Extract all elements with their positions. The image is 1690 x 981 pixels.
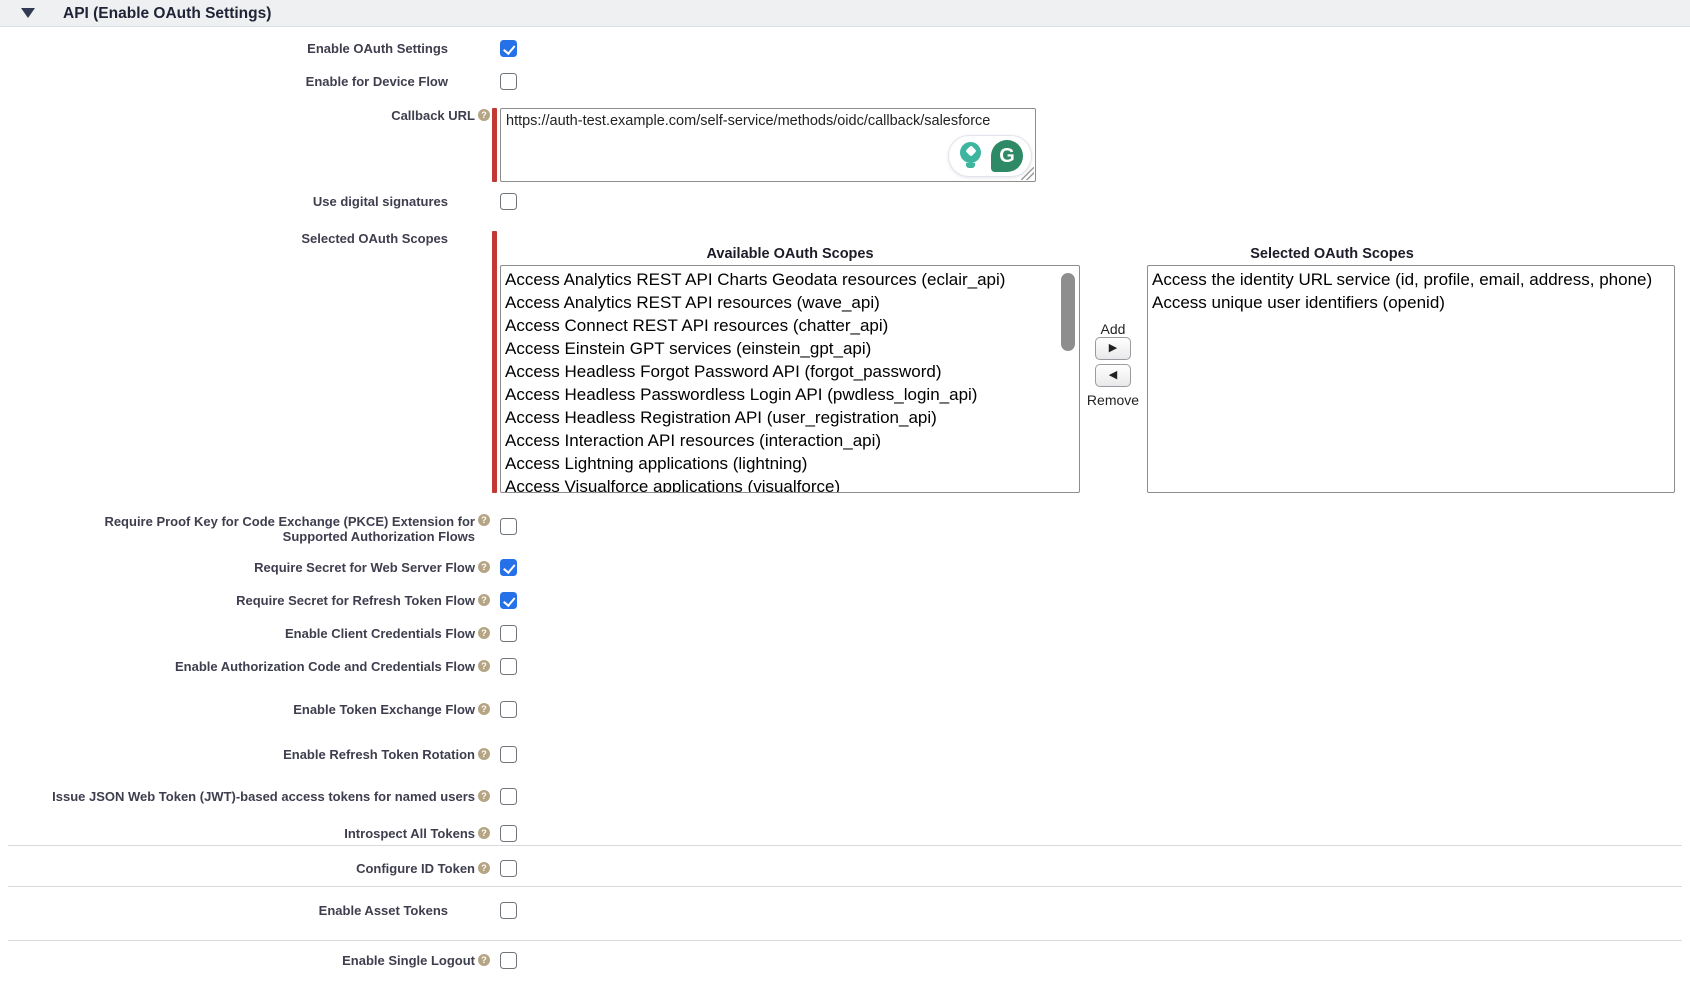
callback-url-value: https://auth-test.example.com/self-servi… [506,112,1030,130]
introspect-all-tokens-label: Introspect All Tokens [344,825,475,842]
enable-client-credentials-row: Enable Client Credentials Flow ? [0,625,1690,642]
enable-single-logout-row: Enable Single Logout ? [0,952,1690,969]
scope-option[interactable]: Access Analytics REST API resources (wav… [501,291,1079,314]
grammarly-suggestion-icon[interactable] [957,142,985,170]
scope-option[interactable]: Access Headless Forgot Password API (for… [501,360,1079,383]
section-title: API (Enable OAuth Settings) [63,4,271,23]
enable-single-logout-checkbox[interactable] [500,952,517,969]
enable-refresh-token-rotation-label: Enable Refresh Token Rotation [283,746,475,763]
help-icon[interactable]: ? [478,561,490,573]
require-secret-web-server-label: Require Secret for Web Server Flow [254,559,475,576]
scope-option[interactable]: Access Einstein GPT services (einstein_g… [501,337,1079,360]
configure-id-token-row: Configure ID Token ? [0,860,1690,877]
help-icon[interactable]: ? [478,660,490,672]
section-header: API (Enable OAuth Settings) [0,0,1690,27]
enable-refresh-token-rotation-row: Enable Refresh Token Rotation ? [0,746,1690,763]
textarea-resize-handle[interactable] [1021,167,1034,180]
listbox-scrollbar-thumb[interactable] [1061,273,1075,351]
enable-auth-code-credentials-row: Enable Authorization Code and Credential… [0,658,1690,675]
left-arrow-icon: ◀ [1109,369,1117,381]
grammarly-widget: G [948,135,1032,177]
help-icon[interactable]: ? [478,594,490,606]
require-pkce-label: Require Proof Key for Code Exchange (PKC… [95,513,475,544]
introspect-all-tokens-checkbox[interactable] [500,825,517,842]
enable-auth-code-credentials-label: Enable Authorization Code and Credential… [175,658,475,675]
divider [8,940,1682,941]
help-icon[interactable]: ? [478,748,490,760]
scope-option[interactable]: Access Headless Passwordless Login API (… [501,383,1079,406]
enable-token-exchange-row: Enable Token Exchange Flow ? [0,701,1690,718]
selected-scopes-listbox[interactable]: Access the identity URL service (id, pro… [1147,265,1675,493]
callback-url-label: Callback URL [391,107,475,124]
enable-oauth-settings-checkbox[interactable] [500,40,517,57]
scope-option[interactable]: Access Interaction API resources (intera… [501,429,1079,452]
enable-single-logout-label: Enable Single Logout [342,952,475,969]
scope-option[interactable]: Access Analytics REST API Charts Geodata… [501,268,1079,291]
selected-scopes-header: Selected OAuth Scopes [1147,246,1517,262]
selected-oauth-scopes-label: Selected OAuth Scopes [0,231,490,246]
remove-button[interactable]: ◀ [1095,364,1131,387]
help-icon[interactable]: ? [478,790,490,802]
help-icon[interactable]: ? [478,954,490,966]
enable-asset-tokens-row: Enable Asset Tokens [0,902,1690,919]
help-icon[interactable]: ? [478,703,490,715]
configure-id-token-checkbox[interactable] [500,860,517,877]
enable-refresh-token-rotation-checkbox[interactable] [500,746,517,763]
required-bar [492,108,497,182]
help-icon[interactable]: ? [478,514,490,526]
enable-oauth-settings-row: Enable OAuth Settings [0,40,1690,57]
scope-option[interactable]: Access unique user identifiers (openid) [1148,291,1674,314]
add-label: Add [1085,321,1141,337]
remove-label: Remove [1080,392,1146,408]
required-bar [492,231,497,493]
grammarly-logo-icon[interactable]: G [991,140,1023,172]
enable-asset-tokens-checkbox[interactable] [500,902,517,919]
scope-option[interactable]: Access Visualforce applications (visualf… [501,475,1079,493]
configure-id-token-label: Configure ID Token [356,860,475,877]
use-digital-signatures-label: Use digital signatures [313,193,448,210]
enable-client-credentials-checkbox[interactable] [500,625,517,642]
issue-jwt-tokens-checkbox[interactable] [500,788,517,805]
callback-url-textarea[interactable]: https://auth-test.example.com/self-servi… [500,108,1036,182]
enable-oauth-settings-label: Enable OAuth Settings [307,40,448,57]
require-pkce-checkbox[interactable] [500,518,517,535]
enable-token-exchange-label: Enable Token Exchange Flow [293,701,475,718]
require-secret-refresh-token-checkbox[interactable] [500,592,517,609]
require-secret-refresh-token-label: Require Secret for Refresh Token Flow [236,592,475,609]
right-arrow-icon: ▶ [1109,342,1117,354]
help-icon[interactable]: ? [478,109,490,121]
scope-option[interactable]: Access Lightning applications (lightning… [501,452,1079,475]
collapse-triangle-icon[interactable] [21,8,35,18]
add-button[interactable]: ▶ [1095,337,1131,360]
divider [8,845,1682,846]
enable-asset-tokens-label: Enable Asset Tokens [319,902,448,919]
help-icon[interactable]: ? [478,627,490,639]
require-secret-web-server-checkbox[interactable] [500,559,517,576]
available-scopes-listbox[interactable]: Access Analytics REST API Charts Geodata… [500,265,1080,493]
enable-device-flow-row: Enable for Device Flow [0,73,1690,90]
scope-option[interactable]: Access Connect REST API resources (chatt… [501,314,1079,337]
enable-auth-code-credentials-checkbox[interactable] [500,658,517,675]
enable-device-flow-checkbox[interactable] [500,73,517,90]
require-secret-refresh-token-row: Require Secret for Refresh Token Flow ? [0,592,1690,609]
use-digital-signatures-row: Use digital signatures [0,193,1690,210]
require-pkce-row: Require Proof Key for Code Exchange (PKC… [0,513,1690,543]
enable-client-credentials-label: Enable Client Credentials Flow [285,625,475,642]
issue-jwt-tokens-row: Issue JSON Web Token (JWT)-based access … [0,788,1690,805]
scope-option[interactable]: Access Headless Registration API (user_r… [501,406,1079,429]
enable-token-exchange-checkbox[interactable] [500,701,517,718]
introspect-all-tokens-row: Introspect All Tokens ? [0,825,1690,842]
require-secret-web-server-row: Require Secret for Web Server Flow ? [0,559,1690,576]
scope-option[interactable]: Access the identity URL service (id, pro… [1148,268,1674,291]
use-digital-signatures-checkbox[interactable] [500,193,517,210]
enable-device-flow-label: Enable for Device Flow [306,73,448,90]
help-icon[interactable]: ? [478,862,490,874]
issue-jwt-tokens-label: Issue JSON Web Token (JWT)-based access … [52,788,475,805]
divider [8,886,1682,887]
available-scopes-header: Available OAuth Scopes [500,246,1080,262]
help-icon[interactable]: ? [478,827,490,839]
